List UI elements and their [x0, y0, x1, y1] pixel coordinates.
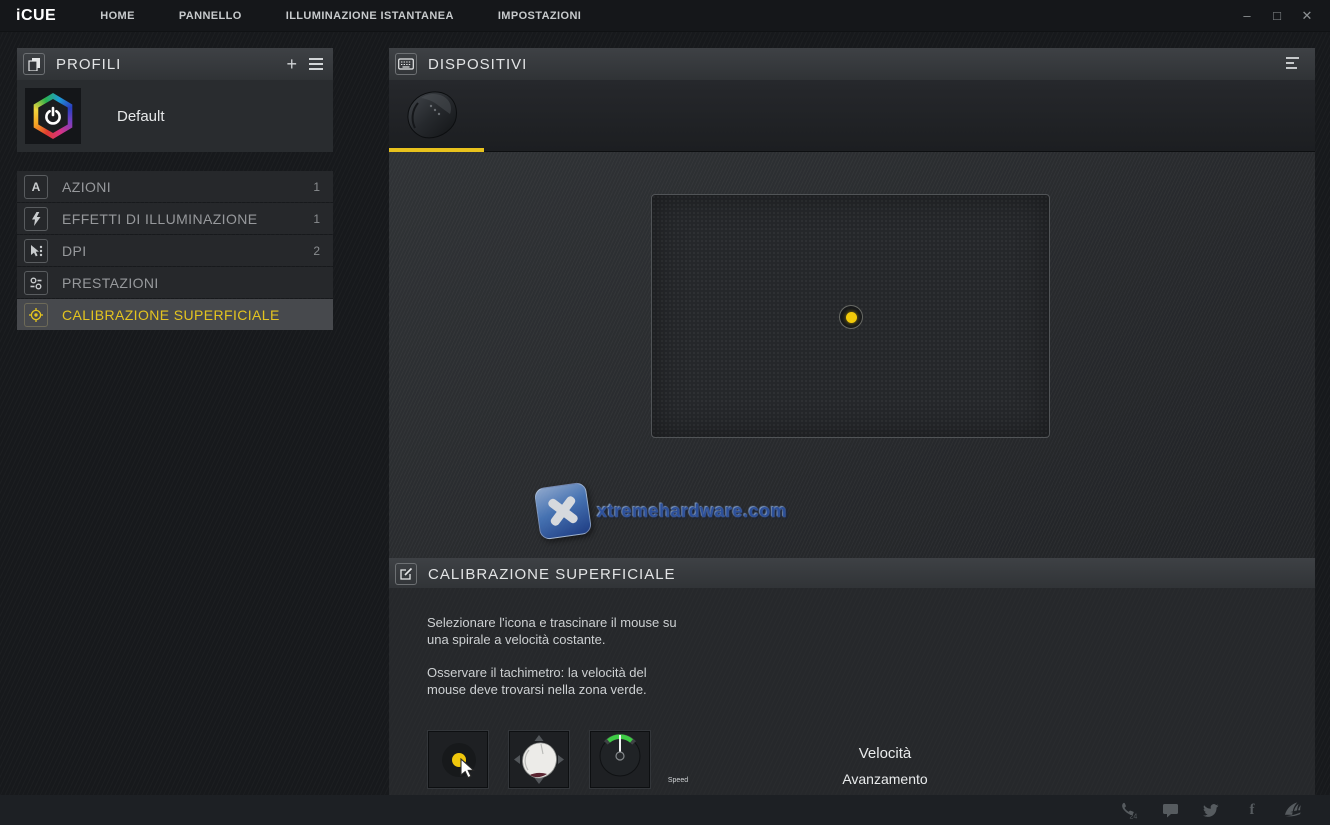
dpi-cursor-icon [24, 239, 48, 263]
mini-gauge-label: Speed [649, 777, 707, 784]
add-profile-icon[interactable]: + [286, 55, 297, 73]
chat-icon[interactable] [1161, 801, 1179, 819]
profile-name: Default [117, 108, 165, 125]
sliders-icon [24, 271, 48, 295]
instruction-line-1: Selezionare l'icona e trascinare il mous… [427, 614, 682, 648]
sidebar-item-lighting-effects[interactable]: EFFETTI DI ILLUMINAZIONE 1 [17, 203, 333, 234]
calibration-surface[interactable] [651, 194, 1050, 438]
minimize-icon[interactable]: – [1240, 9, 1254, 22]
lightning-icon [24, 207, 48, 231]
tile-speedometer[interactable]: Speed [590, 731, 650, 788]
sidebar-item-dpi[interactable]: DPI 2 [17, 235, 333, 266]
watermark-x-icon [534, 482, 593, 541]
count-badge: 1 [313, 180, 320, 194]
icue-window: iCUE HOME PANNELLO ILLUMINAZIONE ISTANTA… [0, 0, 1330, 825]
top-menu-bar: iCUE HOME PANNELLO ILLUMINAZIONE ISTANTA… [0, 0, 1330, 32]
count-badge: 1 [313, 212, 320, 226]
bottom-bar: 24 f [0, 795, 1330, 825]
mouse-directions-icon [510, 732, 568, 787]
profiles-panel: PROFILI + [17, 48, 333, 331]
devices-title: DISPOSITIVI [428, 56, 527, 73]
profiles-title: PROFILI [56, 56, 121, 73]
mini-gauge-icon [591, 732, 649, 778]
mouse-cursor-icon [459, 758, 476, 780]
calibration-lower-section: Selezionare l'icona e trascinare il mous… [389, 588, 1315, 825]
svg-text:24: 24 [1130, 813, 1138, 819]
device-tab-mouse[interactable] [389, 80, 484, 152]
calibration-content: xtremehardware.com CALIBRAZIONE SUPERFIC… [389, 152, 1315, 779]
calibration-dot[interactable] [839, 305, 863, 329]
profile-avatar [25, 88, 81, 144]
nav-dashboard[interactable]: PANNELLO [179, 10, 242, 22]
facebook-icon[interactable]: f [1243, 801, 1261, 819]
window-controls: – □ ✕ [1240, 9, 1330, 22]
sidebar-item-performance[interactable]: PRESTAZIONI [17, 267, 333, 298]
nav-instant-lighting[interactable]: ILLUMINAZIONE ISTANTANEA [286, 10, 454, 22]
letter-a-icon: A [24, 175, 48, 199]
tile-drag-dot[interactable] [428, 731, 488, 788]
target-icon [24, 303, 48, 327]
support-phone-icon[interactable]: 24 [1120, 801, 1138, 819]
close-icon[interactable]: ✕ [1300, 9, 1314, 22]
keyboard-icon [395, 53, 417, 75]
devices-header: DISPOSITIVI [389, 48, 1315, 80]
profile-default[interactable]: Default [17, 80, 333, 152]
calibration-instructions: Selezionare l'icona e trascinare il mous… [427, 614, 682, 698]
watermark: xtremehardware.com [537, 485, 787, 537]
top-nav: HOME PANNELLO ILLUMINAZIONE ISTANTANEA I… [100, 10, 581, 22]
device-filter-icon[interactable] [1286, 57, 1299, 69]
profiles-icon [23, 53, 45, 75]
gauge-progress-label: Avanzamento [785, 771, 985, 787]
surface-calibration-title: CALIBRAZIONE SUPERFICIALE [428, 566, 676, 583]
mouse-image [401, 84, 471, 146]
profiles-menu-icon[interactable] [309, 58, 323, 71]
nav-settings[interactable]: IMPOSTAZIONI [498, 10, 581, 22]
gauge-speed-label: Velocità [785, 745, 985, 762]
surface-calibration-header: CALIBRAZIONE SUPERFICIALE [389, 558, 1315, 590]
edit-icon [395, 563, 417, 585]
sidebar-item-actions[interactable]: A AZIONI 1 [17, 171, 333, 202]
devices-panel: DISPOSITIVI [389, 48, 1315, 779]
maximize-icon[interactable]: □ [1270, 9, 1284, 22]
twitter-icon[interactable] [1202, 801, 1220, 819]
calibration-step-tiles: Speed [428, 731, 650, 788]
corsair-logo-icon[interactable] [1284, 801, 1302, 819]
nav-home[interactable]: HOME [100, 10, 135, 22]
count-badge: 2 [313, 244, 320, 258]
icue-logo: iCUE [16, 7, 56, 25]
device-tabstrip [389, 80, 1315, 152]
sidebar-item-surface-calibration[interactable]: CALIBRAZIONE SUPERFICIALE [17, 299, 333, 330]
tile-move-mouse[interactable] [509, 731, 569, 788]
profiles-header: PROFILI + [17, 48, 333, 80]
instruction-line-2: Osservare il tachimetro: la velocità del… [427, 664, 682, 698]
